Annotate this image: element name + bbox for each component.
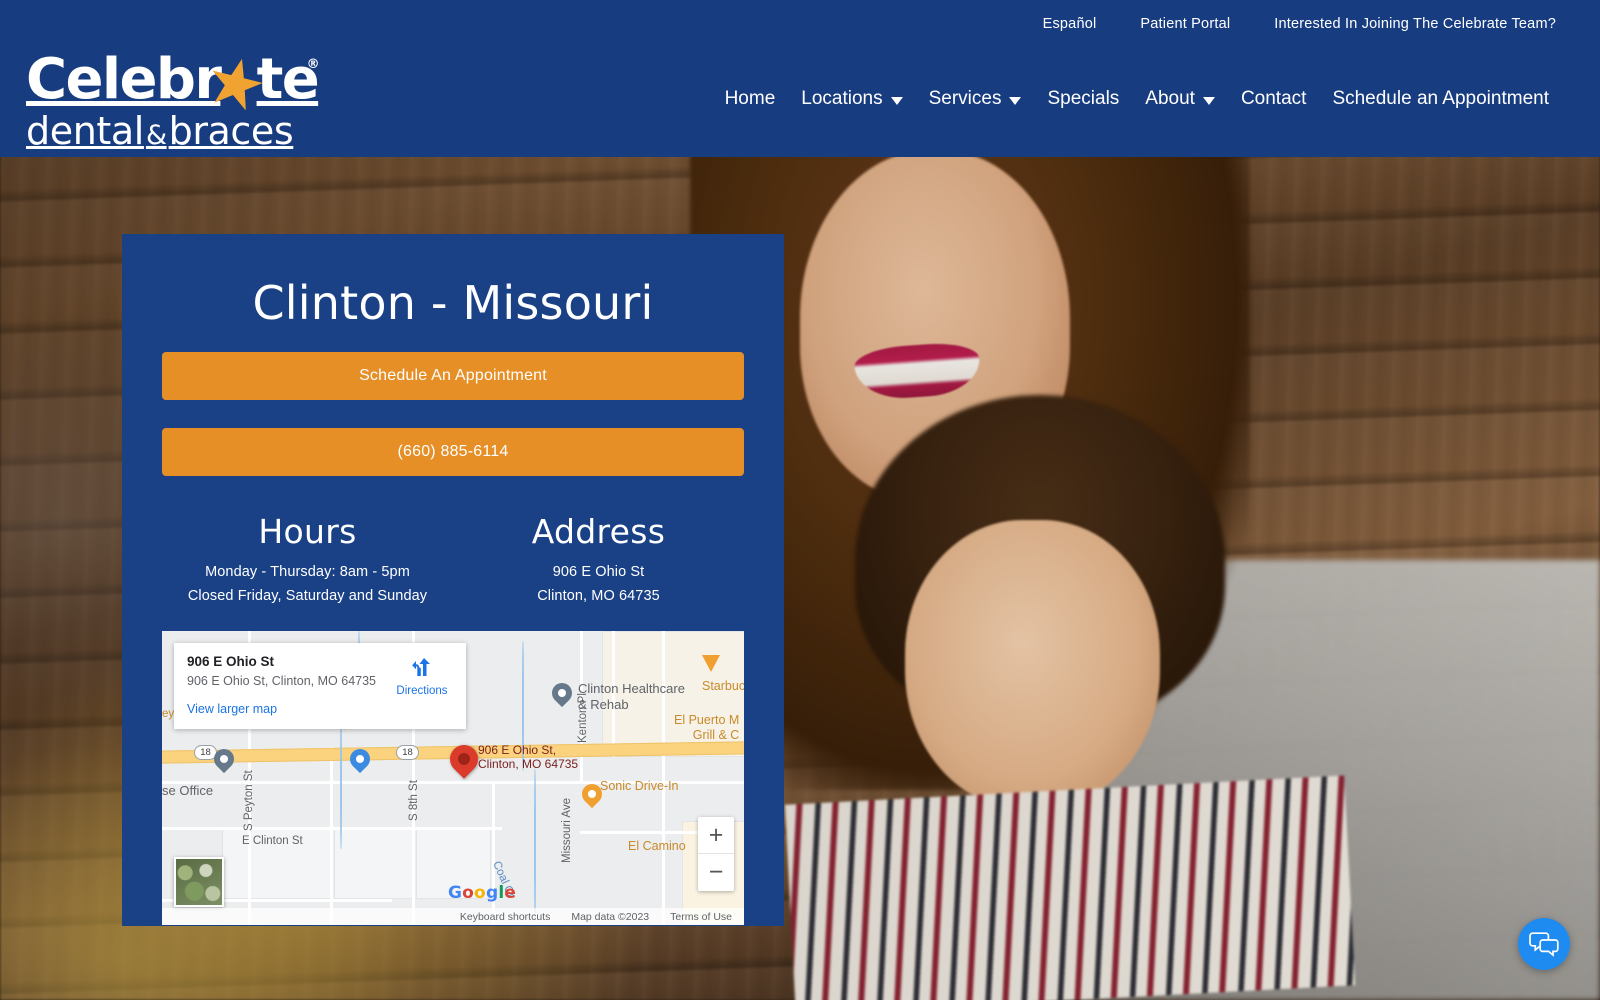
chevron-down-icon (1202, 97, 1215, 105)
map-attribution-bar: Keyboard shortcuts Map data ©2023 Terms … (162, 908, 744, 925)
google-map-embed[interactable]: 18 18 Clinton Healthcare & Rehab Starbuc… (162, 631, 744, 925)
logo-tagline-braces: braces (168, 109, 294, 153)
google-letter-g2: g (485, 883, 499, 903)
nav-label-home: Home (724, 88, 776, 109)
map-label-sonic: Sonic Drive-In (600, 779, 679, 793)
google-letter-o2: o (474, 883, 486, 903)
hours-column: Hours Monday - Thursday: 8am - 5pm Close… (162, 512, 453, 604)
map-label-missouri-ave: Missouri Ave (561, 798, 573, 863)
logo-tagline-amp: & (145, 120, 167, 151)
topbar-link-patient-portal[interactable]: Patient Portal (1140, 16, 1230, 32)
nav-item-services[interactable]: Services (916, 84, 1035, 114)
google-letter-g: G (448, 883, 463, 903)
map-marker-address-line1: 906 E Ohio St, (478, 743, 557, 757)
site-header: Español Patient Portal Interested In Joi… (0, 0, 1600, 157)
map-label-el-puerto: El Puerto M Grill & C (674, 713, 740, 743)
hours-line-2: Closed Friday, Saturday and Sunday (187, 588, 428, 604)
main-navigation: Home Locations Services Specials About C… (712, 84, 1562, 114)
map-label-el-camino: El Camino (628, 839, 686, 853)
utility-topbar: Español Patient Portal Interested In Joi… (0, 0, 1600, 47)
map-road (662, 631, 665, 925)
chat-widget-button[interactable] (1518, 918, 1570, 970)
nav-item-about[interactable]: About (1132, 84, 1228, 114)
hours-line-1: Monday - Thursday: 8am - 5pm (205, 564, 410, 580)
location-card: Clinton - Missouri Schedule An Appointme… (122, 234, 784, 926)
zoom-out-button[interactable]: − (698, 854, 734, 891)
view-larger-map-link[interactable]: View larger map (187, 702, 454, 716)
page-title: Clinton - Missouri (252, 276, 654, 330)
address-column: Address 906 E Ohio St Clinton, MO 64735 (453, 512, 744, 604)
chevron-down-icon (890, 97, 903, 105)
nav-item-home[interactable]: Home (712, 84, 789, 114)
map-label-starbucks: Starbuc (702, 679, 744, 693)
nav-item-schedule-appointment[interactable]: Schedule an Appointment (1319, 84, 1562, 114)
topbar-link-careers[interactable]: Interested In Joining The Celebrate Team… (1274, 16, 1556, 32)
map-label-s-8th-st: S 8th St (408, 780, 420, 821)
google-letter-o1: o (462, 883, 475, 903)
keyboard-shortcuts-label[interactable]: Keyboard shortcuts (460, 911, 550, 923)
registered-mark: ® (306, 57, 320, 72)
map-label-s-peyton-st: S Peyton St (243, 770, 255, 831)
map-block (334, 829, 414, 899)
schedule-appointment-button[interactable]: Schedule An Appointment (162, 352, 744, 400)
map-label-ey: ey (162, 708, 175, 720)
map-marker-address-line2: Clinton, MO 64735 (478, 757, 579, 771)
nav-item-contact[interactable]: Contact (1228, 84, 1319, 114)
nav-label-about: About (1145, 88, 1195, 109)
site-logo[interactable]: Celebrate® dental&braces (26, 52, 320, 151)
map-label-office: se Office (162, 783, 214, 798)
map-label-clinton-healthcare: Clinton Healthcare & Rehab (578, 681, 685, 712)
map-data-label: Map data ©2023 (571, 910, 650, 923)
nav-item-locations[interactable]: Locations (788, 84, 915, 114)
map-zoom-controls: + − (698, 817, 734, 891)
map-road (492, 781, 495, 925)
logo-tagline-dental: dental (26, 109, 144, 153)
nav-label-services: Services (928, 88, 1002, 109)
nav-item-specials[interactable]: Specials (1034, 84, 1132, 114)
chat-bubbles-icon (1529, 932, 1559, 957)
star-icon (212, 58, 263, 110)
address-line-2: Clinton, MO 64735 (537, 588, 660, 604)
logo-tagline: dental&braces (26, 112, 316, 150)
highway-shield: 18 (396, 745, 419, 760)
map-marker-triangle (702, 655, 720, 672)
map-info-card: 906 E Ohio St 906 E Ohio St, Clinton, MO… (174, 643, 466, 729)
map-road (580, 831, 700, 834)
google-watermark: Google (448, 883, 516, 903)
terms-of-use-link[interactable]: Terms of Use (670, 911, 732, 923)
nav-label-schedule: Schedule an Appointment (1332, 88, 1549, 109)
nav-label-locations: Locations (801, 88, 883, 109)
nav-label-contact: Contact (1240, 88, 1307, 109)
google-letter-e: e (504, 883, 517, 903)
map-label-kenton-pl: Kenton Pl (577, 693, 589, 743)
nav-label-specials: Specials (1047, 88, 1120, 109)
hours-heading: Hours (258, 512, 357, 551)
topbar-link-espanol[interactable]: Español (1043, 16, 1097, 32)
logo-wordmark: Celebrate® (26, 52, 320, 110)
map-stream (340, 719, 342, 849)
logo-word-part1: Celebr (26, 47, 222, 112)
map-stream (534, 769, 536, 919)
phone-button[interactable]: (660) 885-6114 (162, 428, 744, 476)
address-heading: Address (531, 512, 666, 551)
directions-button[interactable]: Directions (388, 655, 456, 697)
directions-label: Directions (396, 685, 448, 697)
satellite-view-toggle[interactable] (174, 857, 224, 907)
address-line-1: 906 E Ohio St (552, 564, 645, 580)
map-label-e-clinton-st: E Clinton St (242, 835, 303, 847)
directions-arrow-icon (412, 658, 430, 676)
chevron-down-icon (1009, 97, 1022, 105)
zoom-in-button[interactable]: + (698, 817, 734, 854)
map-road (162, 827, 502, 830)
hours-address-row: Hours Monday - Thursday: 8am - 5pm Close… (162, 512, 744, 604)
